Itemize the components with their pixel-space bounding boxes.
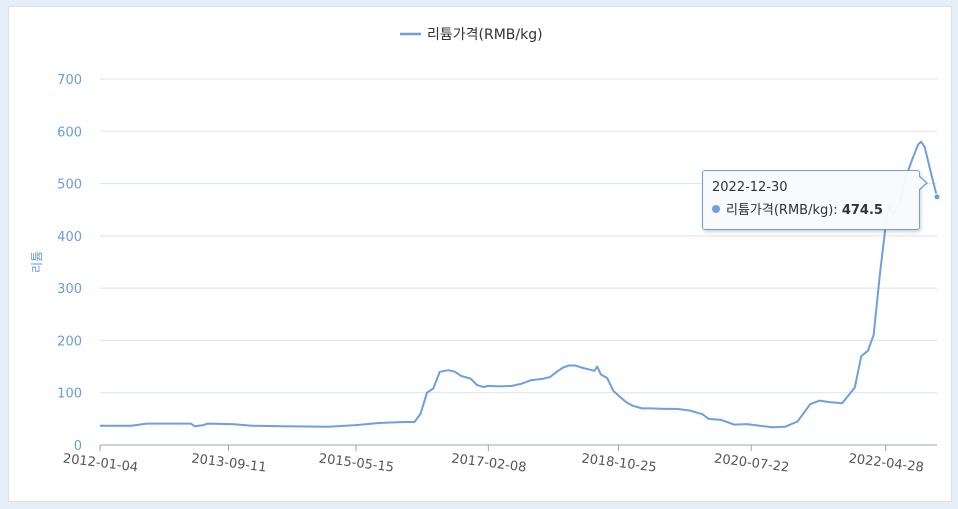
y-axis-ticks: 0 100 200 300 400 500 600 700 xyxy=(57,73,82,454)
hovered-point[interactable] xyxy=(933,193,941,201)
lithium-price-line-chart: 리튬가격(RMB/kg) 리튬 0 100 200 300 400 500 600 700 2… xyxy=(30,27,941,476)
y-tick-label: 300 xyxy=(57,282,82,297)
x-axis: 2012-01-04 2013-09-11 2015-05-15 2017-02-08… xyxy=(62,444,937,476)
y-tick-label: 200 xyxy=(57,334,82,349)
y-tick-label: 600 xyxy=(57,125,82,140)
x-tick-label: 2015-05-15 xyxy=(318,451,395,475)
y-tick-label: 100 xyxy=(57,387,82,402)
tooltip-date: 2022-12-30 xyxy=(712,180,788,195)
y-tick-label: 500 xyxy=(57,178,82,193)
legend-label: 리튬가격(RMB/kg) xyxy=(427,27,543,43)
tooltip-series-dot xyxy=(712,205,720,213)
x-tick-label: 2013-09-11 xyxy=(190,451,267,475)
x-tick-label: 2018-10-25 xyxy=(581,451,658,475)
grid-lines xyxy=(100,78,937,394)
y-axis-title: 리튬 xyxy=(30,251,44,273)
x-tick-label: 2020-07-22 xyxy=(713,451,790,475)
x-tick-label: 2022-04-28 xyxy=(848,451,925,475)
tooltip-series-label: 리튬가격(RMB/kg): xyxy=(726,203,838,218)
data-tooltip: 2022-12-30 리튬가격(RMB/kg): 474.5 xyxy=(702,170,928,230)
y-tick-label: 0 xyxy=(74,439,82,454)
x-tick-label: 2017-02-08 xyxy=(450,451,527,475)
y-tick-label: 700 xyxy=(57,73,82,88)
x-tick-label: 2012-01-04 xyxy=(62,451,139,475)
tooltip-value: 474.5 xyxy=(841,203,883,218)
y-tick-label: 400 xyxy=(57,230,82,245)
chart-legend[interactable]: 리튬가격(RMB/kg) xyxy=(400,27,543,43)
